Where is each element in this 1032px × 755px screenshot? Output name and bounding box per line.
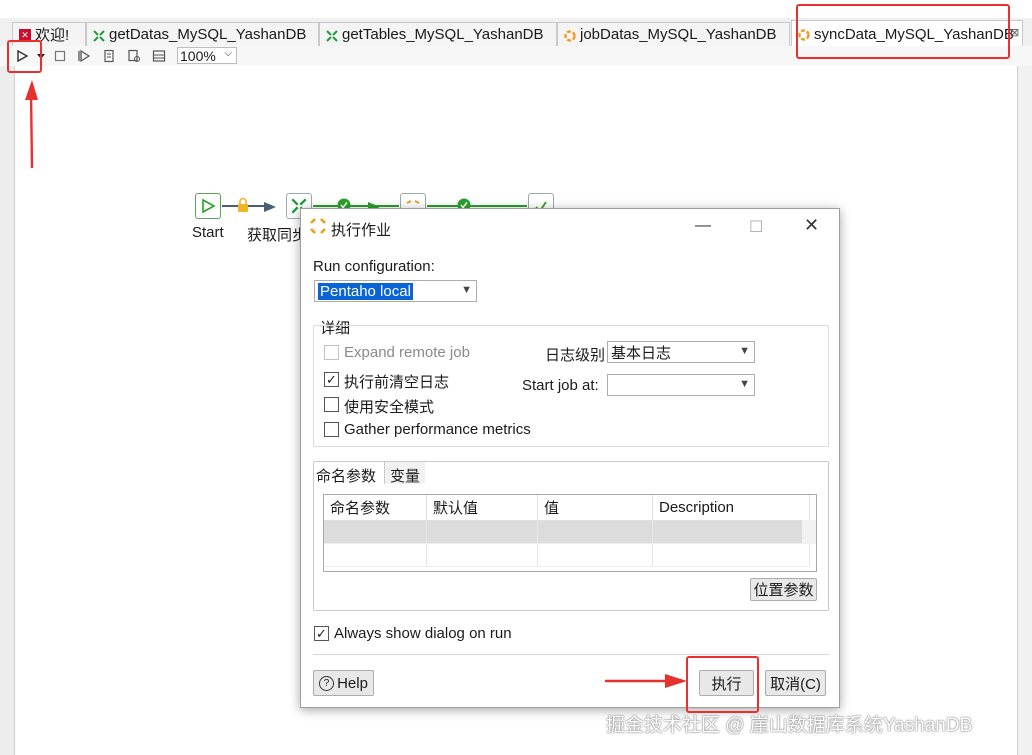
column-header[interactable]: Description	[652, 495, 810, 521]
tab-label: getTables_MySQL_YashanDB	[342, 26, 544, 43]
clear-log-label: 执行前清空日志	[344, 374, 450, 391]
zoom-value: 100%	[180, 47, 216, 64]
left-panel-edge[interactable]	[0, 66, 15, 755]
sql-icon[interactable]	[126, 48, 142, 64]
always-show-checkbox[interactable]: ✓	[314, 626, 329, 641]
zoom-select[interactable]: 100% ⌵	[177, 47, 237, 64]
explore-icon[interactable]	[151, 48, 167, 64]
column-header[interactable]: 默认值	[426, 495, 538, 521]
replay-icon[interactable]	[76, 48, 92, 64]
annotation-arrow-up	[22, 80, 42, 173]
annotation-arrow-right	[603, 671, 687, 694]
params-table: 命名参数 默认值 值 Description	[324, 495, 816, 567]
expand-remote-checkbox[interactable]	[324, 345, 339, 360]
hop-success[interactable]	[313, 205, 399, 207]
lock-icon	[236, 197, 250, 216]
tab-jobdatas[interactable]: jobDatas_MySQL_YashanDB	[557, 22, 790, 46]
highlight-run-button	[7, 40, 42, 73]
clear-log-checkbox[interactable]: ✓	[324, 372, 339, 387]
start-node[interactable]	[195, 193, 221, 219]
start-node-label: Start	[192, 224, 224, 241]
column-header[interactable]: 命名参数	[324, 495, 427, 521]
chevron-down-icon: ▼	[461, 284, 472, 296]
run-config-select[interactable]: Pentaho local ▼	[314, 280, 477, 302]
start-job-select[interactable]: ▼	[607, 374, 755, 396]
chevron-down-icon: ▼	[739, 378, 750, 390]
help-label: Help	[337, 674, 368, 692]
tab-label: jobDatas_MySQL_YashanDB	[580, 26, 777, 43]
highlight-run-dialog-button	[686, 656, 759, 713]
expand-remote-label: Expand remote job	[344, 344, 470, 361]
run-config-value: Pentaho local	[318, 282, 413, 300]
tab-named-params-label: 命名参数	[316, 468, 377, 485]
gather-metrics-label: Gather performance metrics	[344, 421, 531, 438]
job-icon	[564, 29, 576, 42]
maximize-icon[interactable]: ☐	[749, 217, 763, 237]
execute-job-dialog: 执行作业 — ☐ ✕ Run configuration: Pentaho lo…	[300, 208, 840, 708]
help-icon: ?	[319, 675, 335, 691]
verify-icon[interactable]	[101, 48, 117, 64]
welcome-icon: ✕	[19, 28, 31, 41]
start-icon	[202, 198, 216, 214]
transformation-icon	[326, 29, 338, 42]
gather-metrics-checkbox[interactable]	[324, 422, 339, 437]
tab-label: getDatas_MySQL_YashanDB	[109, 26, 307, 43]
arrow-icon	[264, 200, 276, 216]
transformation-icon	[93, 29, 105, 42]
right-scrollbar[interactable]	[1017, 66, 1032, 755]
help-button[interactable]: ? Help	[313, 670, 374, 696]
tab-gettables[interactable]: getTables_MySQL_YashanDB	[319, 22, 557, 46]
transformation-node-label: 获取同步	[247, 227, 308, 244]
safe-mode-label: 使用安全模式	[344, 399, 435, 416]
position-params-button[interactable]: 位置参数	[750, 578, 817, 601]
column-header[interactable]: 值	[537, 495, 653, 521]
divider	[313, 654, 829, 655]
tab-getdatas[interactable]: getDatas_MySQL_YashanDB	[86, 22, 319, 46]
table-row[interactable]	[324, 520, 816, 544]
cancel-button[interactable]: 取消(C)	[765, 670, 826, 696]
tab-variables[interactable]: 变量	[385, 462, 425, 485]
chevron-down-icon: ⌵	[224, 48, 232, 59]
safe-mode-checkbox[interactable]	[324, 397, 339, 412]
stop-icon[interactable]	[52, 48, 68, 64]
close-icon[interactable]: ✕	[804, 215, 819, 236]
hop-success[interactable]	[427, 205, 527, 207]
start-job-label: Start job at:	[522, 377, 599, 394]
minimize-icon[interactable]: —	[695, 217, 711, 235]
tab-close-icon[interactable]: ⊠	[1010, 26, 1019, 39]
dialog-title: 执行作业	[331, 222, 392, 239]
highlight-active-tab	[796, 4, 1010, 59]
log-level-value: 基本日志	[611, 344, 672, 362]
tab-variables-label: 变量	[390, 468, 421, 485]
table-row[interactable]	[324, 543, 810, 567]
job-icon	[309, 217, 327, 238]
log-level-label: 日志级别	[545, 347, 606, 364]
run-config-label: Run configuration:	[313, 258, 435, 275]
log-level-select[interactable]: 基本日志 ▼	[607, 341, 755, 363]
chevron-down-icon: ▼	[739, 345, 750, 357]
tab-named-params[interactable]: 命名参数	[314, 462, 385, 485]
always-show-label: Always show dialog on run	[334, 625, 512, 642]
watermark: 掘金技术社区 @ 崖山数据库系统YashanDB	[606, 715, 973, 736]
